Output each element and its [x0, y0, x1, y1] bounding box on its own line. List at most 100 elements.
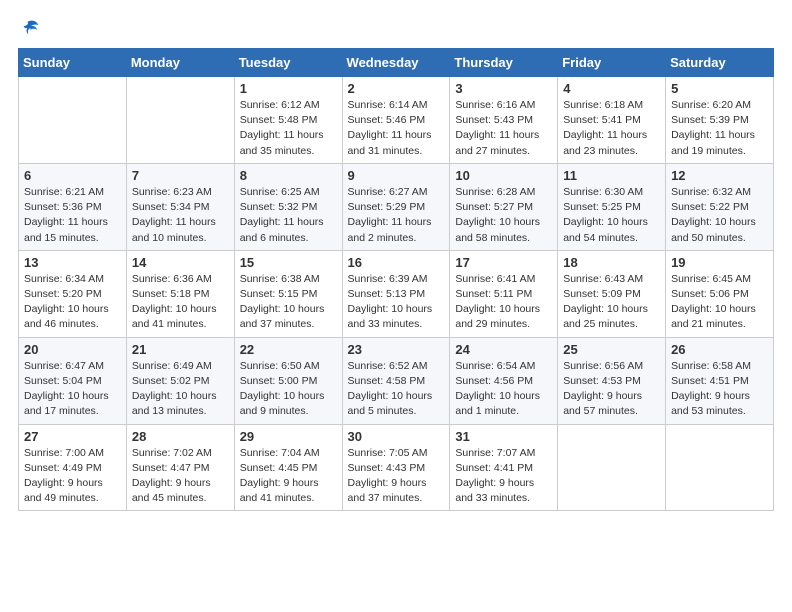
day-number: 18: [563, 255, 660, 270]
day-number: 20: [24, 342, 121, 357]
day-number: 11: [563, 168, 660, 183]
calendar-cell: 1 Sunrise: 6:12 AMSunset: 5:48 PMDaylight…: [234, 77, 342, 164]
day-number: 7: [132, 168, 229, 183]
day-info: Sunrise: 6:47 AMSunset: 5:04 PMDaylight:…: [24, 359, 121, 420]
day-info: Sunrise: 6:43 AMSunset: 5:09 PMDaylight:…: [563, 272, 660, 333]
day-info: Sunrise: 6:28 AMSunset: 5:27 PMDaylight:…: [455, 185, 552, 246]
day-info: Sunrise: 6:16 AMSunset: 5:43 PMDaylight:…: [455, 98, 552, 159]
calendar-week-row: 27 Sunrise: 7:00 AMSunset: 4:49 PMDayligh…: [19, 424, 774, 511]
page: SundayMondayTuesdayWednesdayThursdayFrid…: [0, 0, 792, 612]
header: [18, 18, 774, 38]
day-number: 14: [132, 255, 229, 270]
calendar-cell: 2 Sunrise: 6:14 AMSunset: 5:46 PMDaylight…: [342, 77, 450, 164]
calendar-cell: 31 Sunrise: 7:07 AMSunset: 4:41 PMDayligh…: [450, 424, 558, 511]
day-info: Sunrise: 6:49 AMSunset: 5:02 PMDaylight:…: [132, 359, 229, 420]
calendar-cell: 9 Sunrise: 6:27 AMSunset: 5:29 PMDaylight…: [342, 163, 450, 250]
calendar-cell: 11 Sunrise: 6:30 AMSunset: 5:25 PMDayligh…: [558, 163, 666, 250]
day-number: 2: [348, 81, 445, 96]
calendar-cell: 18 Sunrise: 6:43 AMSunset: 5:09 PMDayligh…: [558, 250, 666, 337]
calendar-cell: 14 Sunrise: 6:36 AMSunset: 5:18 PMDayligh…: [126, 250, 234, 337]
calendar-cell: 25 Sunrise: 6:56 AMSunset: 4:53 PMDayligh…: [558, 337, 666, 424]
day-info: Sunrise: 6:50 AMSunset: 5:00 PMDaylight:…: [240, 359, 337, 420]
day-number: 3: [455, 81, 552, 96]
day-info: Sunrise: 6:32 AMSunset: 5:22 PMDaylight:…: [671, 185, 768, 246]
day-number: 15: [240, 255, 337, 270]
day-info: Sunrise: 6:38 AMSunset: 5:15 PMDaylight:…: [240, 272, 337, 333]
day-info: Sunrise: 6:34 AMSunset: 5:20 PMDaylight:…: [24, 272, 121, 333]
calendar-cell: 27 Sunrise: 7:00 AMSunset: 4:49 PMDayligh…: [19, 424, 127, 511]
day-info: Sunrise: 6:52 AMSunset: 4:58 PMDaylight:…: [348, 359, 445, 420]
calendar-cell: [19, 77, 127, 164]
weekday-header-monday: Monday: [126, 49, 234, 77]
calendar-week-row: 13Sunrise: 6:34 AMSunset: 5:20 PMDayligh…: [19, 250, 774, 337]
day-number: 10: [455, 168, 552, 183]
calendar-cell: 10 Sunrise: 6:28 AMSunset: 5:27 PMDayligh…: [450, 163, 558, 250]
calendar-cell: 12 Sunrise: 6:32 AMSunset: 5:22 PMDayligh…: [666, 163, 774, 250]
weekday-header-row: SundayMondayTuesdayWednesdayThursdayFrid…: [19, 49, 774, 77]
weekday-header-friday: Friday: [558, 49, 666, 77]
calendar-cell: 29 Sunrise: 7:04 AMSunset: 4:45 PMDayligh…: [234, 424, 342, 511]
calendar-cell: 5 Sunrise: 6:20 AMSunset: 5:39 PMDaylight…: [666, 77, 774, 164]
logo-text: [18, 18, 40, 38]
calendar-cell: 30 Sunrise: 7:05 AMSunset: 4:43 PMDayligh…: [342, 424, 450, 511]
day-info: Sunrise: 7:02 AMSunset: 4:47 PMDaylight:…: [132, 446, 229, 507]
day-number: 1: [240, 81, 337, 96]
day-info: Sunrise: 6:56 AMSunset: 4:53 PMDaylight:…: [563, 359, 660, 420]
day-info: Sunrise: 6:39 AMSunset: 5:13 PMDaylight:…: [348, 272, 445, 333]
day-number: 30: [348, 429, 445, 444]
day-info: Sunrise: 7:04 AMSunset: 4:45 PMDaylight:…: [240, 446, 337, 507]
calendar-cell: 13Sunrise: 6:34 AMSunset: 5:20 PMDayligh…: [19, 250, 127, 337]
weekday-header-saturday: Saturday: [666, 49, 774, 77]
day-info: Sunrise: 7:00 AMSunset: 4:49 PMDaylight:…: [24, 446, 121, 507]
day-info: Sunrise: 6:21 AMSunset: 5:36 PMDaylight:…: [24, 185, 121, 246]
day-number: 22: [240, 342, 337, 357]
calendar-cell: [126, 77, 234, 164]
day-number: 17: [455, 255, 552, 270]
day-info: Sunrise: 6:41 AMSunset: 5:11 PMDaylight:…: [455, 272, 552, 333]
weekday-header-sunday: Sunday: [19, 49, 127, 77]
day-number: 29: [240, 429, 337, 444]
day-info: Sunrise: 7:07 AMSunset: 4:41 PMDaylight:…: [455, 446, 552, 507]
day-info: Sunrise: 6:25 AMSunset: 5:32 PMDaylight:…: [240, 185, 337, 246]
day-info: Sunrise: 6:20 AMSunset: 5:39 PMDaylight:…: [671, 98, 768, 159]
day-info: Sunrise: 6:23 AMSunset: 5:34 PMDaylight:…: [132, 185, 229, 246]
day-number: 27: [24, 429, 121, 444]
day-number: 6: [24, 168, 121, 183]
day-info: Sunrise: 6:36 AMSunset: 5:18 PMDaylight:…: [132, 272, 229, 333]
calendar-table: SundayMondayTuesdayWednesdayThursdayFrid…: [18, 48, 774, 511]
calendar-week-row: 20 Sunrise: 6:47 AMSunset: 5:04 PMDayligh…: [19, 337, 774, 424]
day-info: Sunrise: 6:12 AMSunset: 5:48 PMDaylight:…: [240, 98, 337, 159]
day-number: 19: [671, 255, 768, 270]
calendar-cell: 21 Sunrise: 6:49 AMSunset: 5:02 PMDayligh…: [126, 337, 234, 424]
calendar-cell: 17 Sunrise: 6:41 AMSunset: 5:11 PMDayligh…: [450, 250, 558, 337]
calendar-cell: 26Sunrise: 6:58 AMSunset: 4:51 PMDayligh…: [666, 337, 774, 424]
day-number: 12: [671, 168, 768, 183]
calendar-cell: 3 Sunrise: 6:16 AMSunset: 5:43 PMDaylight…: [450, 77, 558, 164]
day-info: Sunrise: 6:30 AMSunset: 5:25 PMDaylight:…: [563, 185, 660, 246]
calendar-cell: 24Sunrise: 6:54 AMSunset: 4:56 PMDayligh…: [450, 337, 558, 424]
weekday-header-thursday: Thursday: [450, 49, 558, 77]
day-number: 31: [455, 429, 552, 444]
day-info: Sunrise: 6:54 AMSunset: 4:56 PMDaylight:…: [455, 359, 552, 420]
day-number: 23: [348, 342, 445, 357]
day-number: 21: [132, 342, 229, 357]
day-number: 28: [132, 429, 229, 444]
calendar-cell: 19Sunrise: 6:45 AMSunset: 5:06 PMDayligh…: [666, 250, 774, 337]
calendar-week-row: 6 Sunrise: 6:21 AMSunset: 5:36 PMDaylight…: [19, 163, 774, 250]
day-number: 8: [240, 168, 337, 183]
day-info: Sunrise: 6:27 AMSunset: 5:29 PMDaylight:…: [348, 185, 445, 246]
calendar-cell: 23 Sunrise: 6:52 AMSunset: 4:58 PMDayligh…: [342, 337, 450, 424]
weekday-header-wednesday: Wednesday: [342, 49, 450, 77]
calendar-cell: 28 Sunrise: 7:02 AMSunset: 4:47 PMDayligh…: [126, 424, 234, 511]
day-info: Sunrise: 7:05 AMSunset: 4:43 PMDaylight:…: [348, 446, 445, 507]
day-number: 5: [671, 81, 768, 96]
day-info: Sunrise: 6:14 AMSunset: 5:46 PMDaylight:…: [348, 98, 445, 159]
calendar-cell: 8 Sunrise: 6:25 AMSunset: 5:32 PMDaylight…: [234, 163, 342, 250]
day-number: 4: [563, 81, 660, 96]
calendar-cell: 4Sunrise: 6:18 AMSunset: 5:41 PMDaylight…: [558, 77, 666, 164]
day-number: 25: [563, 342, 660, 357]
calendar-cell: 15 Sunrise: 6:38 AMSunset: 5:15 PMDayligh…: [234, 250, 342, 337]
day-number: 9: [348, 168, 445, 183]
logo: [18, 18, 40, 38]
logo-bird-icon: [20, 18, 40, 38]
